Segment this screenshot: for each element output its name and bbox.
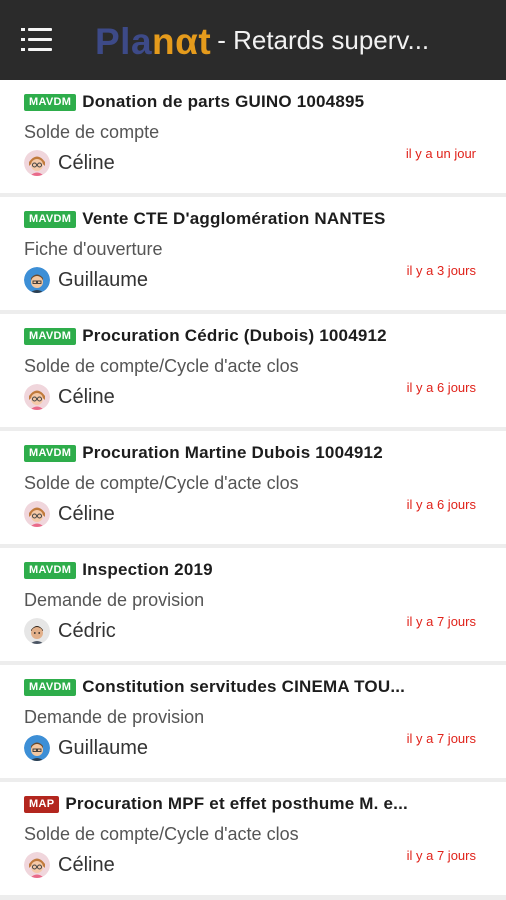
item-subtitle: Demande de provision [24, 590, 205, 610]
status-badge: MAP [24, 795, 60, 813]
avatar-icon [24, 501, 50, 527]
assignee-name: Céline [58, 151, 115, 174]
menu-icon[interactable] [21, 26, 59, 54]
list-item[interactable]: MAVDM Constitution servitudes CINEMA TOU… [0, 665, 506, 778]
item-title: Inspection 2019 [82, 560, 213, 579]
status-badge: MAVDM [24, 678, 77, 696]
status-badge: MAVDM [24, 444, 77, 462]
item-title: Donation de parts GUINO 1004895 [82, 92, 365, 111]
item-subtitle: Solde de compte [24, 122, 160, 142]
time-ago: il y a 7 jours [406, 614, 476, 629]
item-title: Procuration MPF et effet posthume M. e..… [65, 794, 408, 813]
page-title: - Retards superv... [217, 24, 430, 55]
list-item[interactable]: MAVDM Vente CTE D'agglomération NANTES F… [0, 197, 506, 310]
time-ago: il y a 3 jours [406, 263, 476, 278]
item-subtitle: Solde de compte/Cycle d'acte clos [24, 356, 299, 376]
item-title: Procuration Cédric (Dubois) 1004912 [82, 326, 387, 345]
item-subtitle: Demande de provision [24, 707, 205, 727]
assignee-name: Céline [58, 385, 115, 408]
assignee-name: Céline [58, 502, 115, 525]
time-ago: il y a 6 jours [406, 497, 476, 512]
assignee-name: Céline [58, 853, 115, 876]
avatar-icon [24, 150, 50, 176]
list-item[interactable]: MAVDM Inspection 2019 Demande de provisi… [0, 548, 506, 661]
item-title: Procuration Martine Dubois 1004912 [82, 443, 383, 462]
list-item[interactable]: MAVDM Donation de parts GUINO 1004895 So… [0, 80, 506, 193]
avatar-icon [24, 618, 50, 644]
avatar-icon [24, 852, 50, 878]
item-subtitle: Solde de compte/Cycle d'acte clos [24, 473, 299, 493]
status-badge: MAVDM [24, 561, 77, 579]
time-ago: il y a 7 jours [406, 731, 476, 746]
status-badge: MAVDM [24, 210, 77, 228]
avatar-icon [24, 384, 50, 410]
list-item[interactable]: MAVDM Procuration Cédric (Dubois) 100491… [0, 314, 506, 427]
status-badge: MAVDM [24, 327, 77, 345]
item-title: Vente CTE D'agglomération NANTES [82, 209, 386, 228]
item-subtitle: Solde de compte/Cycle d'acte clos [24, 824, 299, 844]
avatar-icon [24, 735, 50, 761]
time-ago: il y a 7 jours [406, 848, 476, 863]
assignee-name: Guillaume [58, 736, 149, 759]
status-badge: MAVDM [24, 93, 77, 111]
avatar-icon [24, 267, 50, 293]
delay-list: MAVDM Donation de parts GUINO 1004895 So… [0, 80, 506, 899]
app-bar: Pla nαt - Retards superv... [0, 0, 506, 80]
planot-logo: Pla nαt [95, 20, 212, 62]
assignee-name: Cédric [58, 619, 116, 642]
time-ago: il y a 6 jours [406, 380, 476, 395]
list-item[interactable]: MAP Procuration MPF et effet posthume M.… [0, 782, 506, 895]
item-subtitle: Fiche d'ouverture [24, 239, 163, 259]
assignee-name: Guillaume [58, 268, 149, 291]
time-ago: il y a un jour [405, 146, 476, 161]
list-item[interactable]: MAVDM Procuration Martine Dubois 1004912… [0, 431, 506, 544]
item-title: Constitution servitudes CINEMA TOU... [82, 677, 406, 696]
